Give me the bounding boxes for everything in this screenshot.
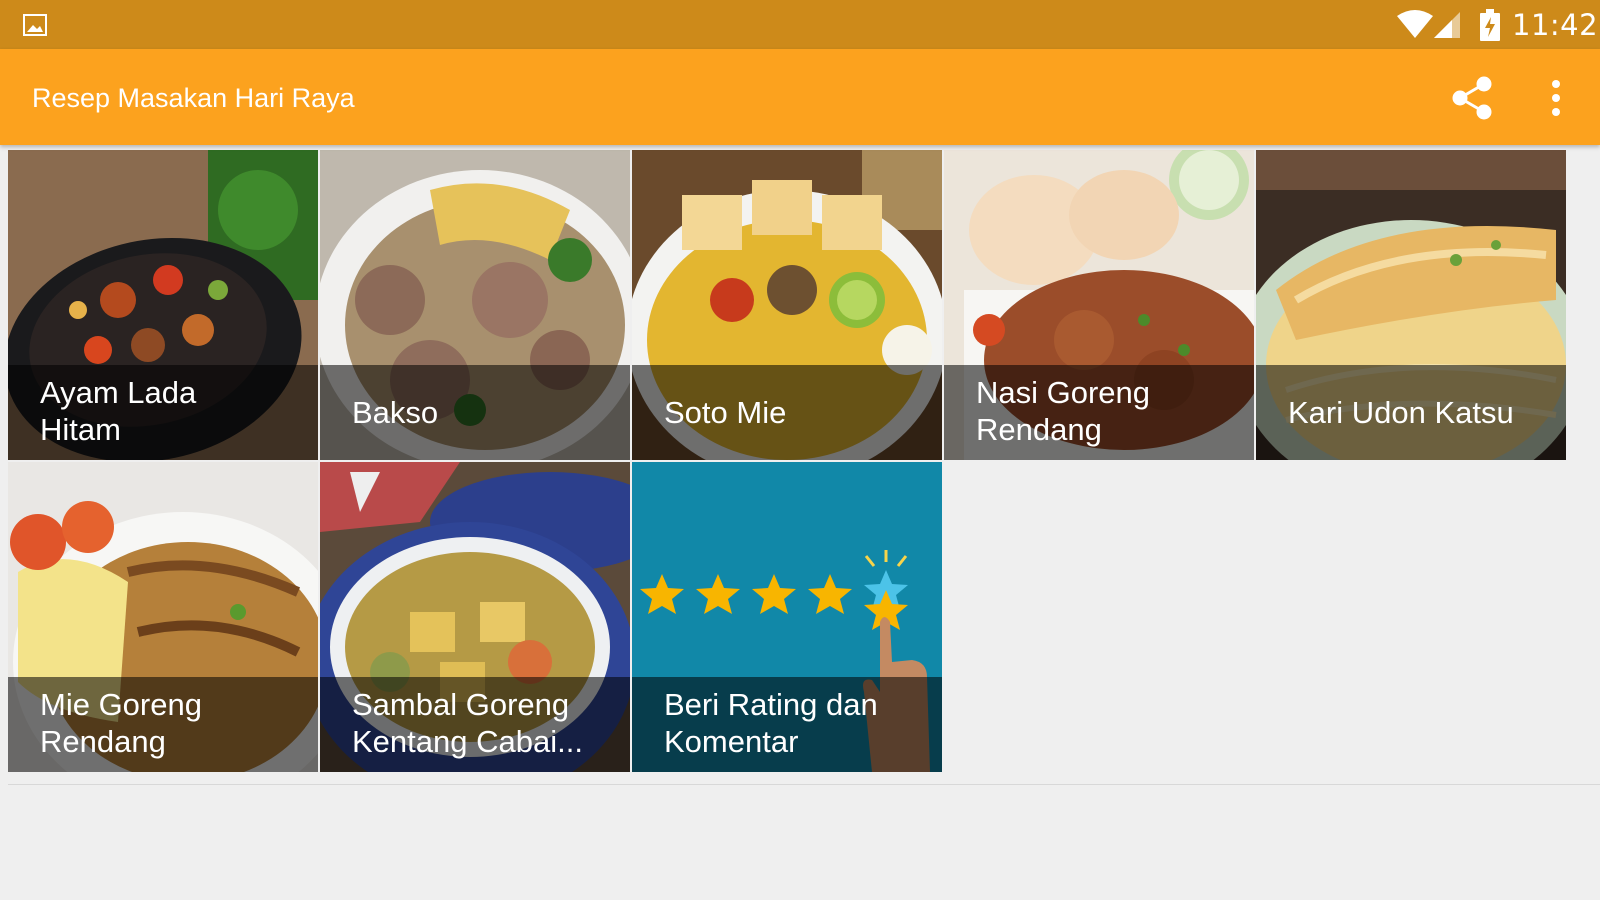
rate-and-comment-label: Beri Rating dan Komentar [664,687,878,759]
recipe-tile-bakso[interactable]: Bakso [320,150,630,460]
recipe-tile-sambal-goreng-kentang-cabai[interactable]: Sambal Goreng Kentang Cabai... [320,462,630,772]
recipe-title: Ayam Lada Hitam [40,375,197,447]
recipe-caption: Mie Goreng Rendang [8,677,318,772]
wifi-icon [1397,10,1433,38]
recipe-title: Mie Goreng Rendang [40,687,202,759]
recipe-title: Kari Udon Katsu [1288,395,1514,430]
status-time: 11:42 [1512,8,1599,42]
recipe-caption: Nasi Goreng Rendang [944,365,1254,460]
app-bar: Resep Masakan Hari Raya [0,49,1600,145]
gallery-icon [23,14,47,36]
recipe-caption: Ayam Lada Hitam [8,365,318,460]
recipe-tile-kari-udon-katsu[interactable]: Kari Udon Katsu [1256,150,1566,460]
recipe-title: Sambal Goreng Kentang Cabai... [352,687,583,759]
recipe-caption: Soto Mie [632,365,942,460]
recipe-caption: Beri Rating dan Komentar [632,677,942,772]
share-icon[interactable] [1450,76,1494,120]
recipe-tile-nasi-goreng-rendang[interactable]: Nasi Goreng Rendang [944,150,1254,460]
recipe-caption: Bakso [320,365,630,460]
battery-charging-icon [1480,9,1500,41]
status-bar: 11:42 [0,0,1600,49]
more-vert-icon[interactable] [1538,76,1574,120]
rate-and-comment-tile[interactable]: Beri Rating dan Komentar [632,462,942,772]
recipe-title: Nasi Goreng Rendang [976,375,1151,447]
recipe-caption: Sambal Goreng Kentang Cabai... [320,677,630,772]
recipe-tile-mie-goreng-rendang[interactable]: Mie Goreng Rendang [8,462,318,772]
recipe-title: Bakso [352,395,439,430]
recipe-tile-ayam-lada-hitam[interactable]: Ayam Lada Hitam [8,150,318,460]
app-title: Resep Masakan Hari Raya [32,83,355,113]
recipe-tile-soto-mie[interactable]: Soto Mie [632,150,942,460]
recipe-caption: Kari Udon Katsu [1256,365,1566,460]
recipe-title: Soto Mie [664,395,787,430]
recipe-grid: Ayam Lada Hitam Bakso Soto Mie Nasi Gore… [8,150,1600,785]
signal-icon [1434,12,1460,38]
